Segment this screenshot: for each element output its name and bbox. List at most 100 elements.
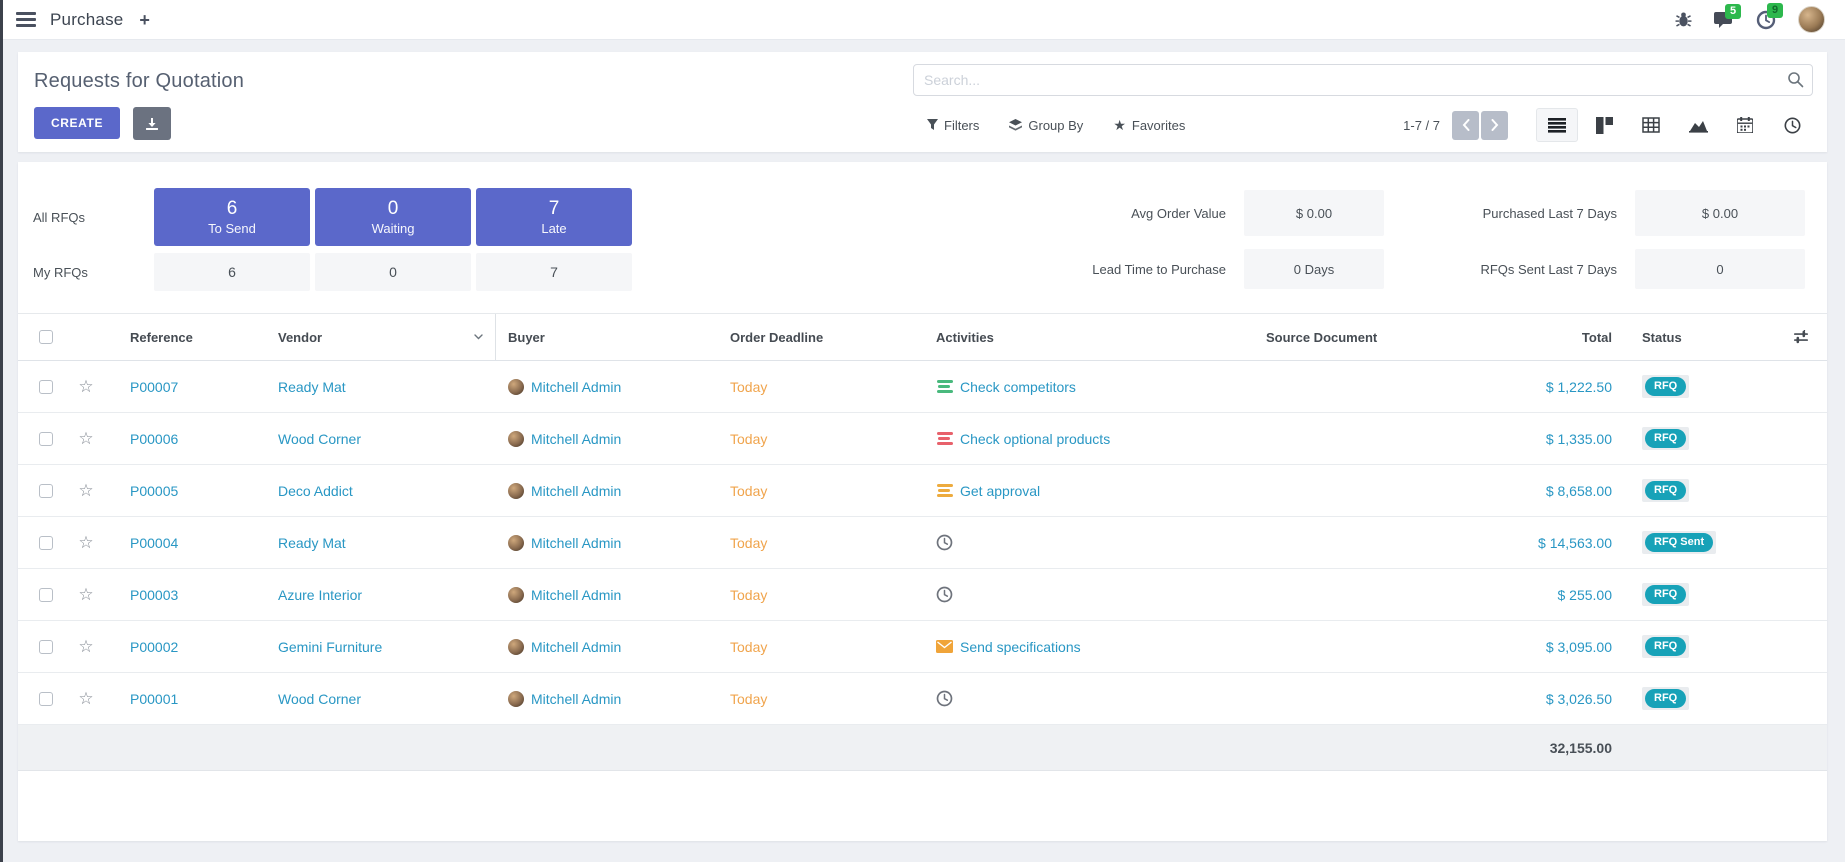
row-checkbox[interactable] bbox=[39, 640, 53, 654]
row-checkbox[interactable] bbox=[39, 380, 53, 394]
my-waiting-button[interactable]: 0 bbox=[315, 253, 471, 291]
reference-link[interactable]: P00004 bbox=[108, 535, 266, 551]
messages-menu[interactable]: 5 bbox=[1714, 11, 1734, 29]
row-checkbox[interactable] bbox=[39, 432, 53, 446]
reference-link[interactable]: P00005 bbox=[108, 483, 266, 499]
table-row[interactable]: ☆ P00002 Gemini Furniture Mitchell Admin… bbox=[18, 621, 1827, 673]
reference-link[interactable]: P00001 bbox=[108, 691, 266, 707]
vendor-link[interactable]: Wood Corner bbox=[266, 691, 496, 707]
table-row[interactable]: ☆ P00006 Wood Corner Mitchell Admin Toda… bbox=[18, 413, 1827, 465]
waiting-count: 0 bbox=[388, 198, 399, 221]
activities-menu[interactable]: 9 bbox=[1756, 10, 1776, 30]
list-view-button[interactable] bbox=[1536, 108, 1578, 142]
create-button[interactable]: CREATE bbox=[34, 107, 120, 139]
activity-cell[interactable]: Send specifications bbox=[924, 639, 1254, 655]
activity-cell[interactable]: Check optional products bbox=[924, 431, 1254, 447]
new-tab-button[interactable]: + bbox=[139, 11, 150, 29]
table-row[interactable]: ☆ P00004 Ready Mat Mitchell Admin Today bbox=[18, 517, 1827, 569]
calendar-view-button[interactable] bbox=[1724, 108, 1766, 142]
optional-columns-cell[interactable] bbox=[1739, 314, 1827, 360]
row-checkbox[interactable] bbox=[39, 692, 53, 706]
table-row[interactable]: ☆ P00005 Deco Addict Mitchell Admin Toda… bbox=[18, 465, 1827, 517]
favorite-star-toggle[interactable]: ☆ bbox=[64, 585, 108, 605]
header-buyer[interactable]: Buyer bbox=[496, 314, 718, 360]
activity-cell[interactable] bbox=[924, 534, 1254, 551]
vendor-link[interactable]: Wood Corner bbox=[266, 431, 496, 447]
search-input[interactable] bbox=[913, 64, 1813, 96]
table-row[interactable]: ☆ P00001 Wood Corner Mitchell Admin Toda… bbox=[18, 673, 1827, 725]
vendor-link[interactable]: Ready Mat bbox=[266, 379, 496, 395]
user-avatar[interactable] bbox=[1798, 6, 1825, 33]
apps-menu-icon[interactable] bbox=[16, 12, 36, 27]
row-checkbox[interactable] bbox=[39, 588, 53, 602]
table-row[interactable]: ☆ P00003 Azure Interior Mitchell Admin T… bbox=[18, 569, 1827, 621]
favorite-star-toggle[interactable]: ☆ bbox=[64, 377, 108, 397]
buyer-cell[interactable]: Mitchell Admin bbox=[496, 587, 718, 603]
header-status[interactable]: Status bbox=[1624, 314, 1739, 360]
reference-link[interactable]: P00006 bbox=[108, 431, 266, 447]
my-late-button[interactable]: 7 bbox=[476, 253, 632, 291]
late-filter-button[interactable]: 7 Late bbox=[476, 188, 632, 246]
buyer-cell[interactable]: Mitchell Admin bbox=[496, 483, 718, 499]
pivot-view-button[interactable] bbox=[1630, 108, 1672, 142]
vendor-link[interactable]: Deco Addict bbox=[266, 483, 496, 499]
activity-cell[interactable] bbox=[924, 586, 1254, 603]
table-row[interactable]: ☆ P00007 Ready Mat Mitchell Admin Today bbox=[18, 361, 1827, 413]
vendor-link[interactable]: Gemini Furniture bbox=[266, 639, 496, 655]
pager-next-button[interactable] bbox=[1481, 111, 1508, 140]
purchased-last-7-days-value[interactable]: $ 0.00 bbox=[1635, 190, 1805, 236]
export-button[interactable] bbox=[133, 107, 171, 140]
row-checkbox[interactable] bbox=[39, 536, 53, 550]
reference-link[interactable]: P00003 bbox=[108, 587, 266, 603]
favorite-star-toggle[interactable]: ☆ bbox=[64, 533, 108, 553]
avg-order-value[interactable]: $ 0.00 bbox=[1244, 190, 1384, 236]
reference-link[interactable]: P00007 bbox=[108, 379, 266, 395]
header-source-document[interactable]: Source Document bbox=[1254, 314, 1476, 360]
favorites-button[interactable]: ★ Favorites bbox=[1113, 118, 1185, 133]
total-amount: $ 255.00 bbox=[1476, 587, 1624, 603]
activity-cell[interactable]: Get approval bbox=[924, 483, 1254, 499]
buyer-cell[interactable]: Mitchell Admin bbox=[496, 535, 718, 551]
graph-view-button[interactable] bbox=[1677, 108, 1719, 142]
select-all-checkbox-cell[interactable] bbox=[28, 314, 64, 360]
header-activities[interactable]: Activities bbox=[924, 314, 1254, 360]
favorite-star-toggle[interactable]: ☆ bbox=[64, 429, 108, 449]
favorite-star-toggle[interactable]: ☆ bbox=[64, 481, 108, 501]
kanban-view-button[interactable] bbox=[1583, 108, 1625, 142]
buyer-cell[interactable]: Mitchell Admin bbox=[496, 431, 718, 447]
buyer-cell[interactable]: Mitchell Admin bbox=[496, 639, 718, 655]
debug-menu[interactable] bbox=[1675, 11, 1692, 28]
waiting-filter-button[interactable]: 0 Waiting bbox=[315, 188, 471, 246]
buyer-cell[interactable]: Mitchell Admin bbox=[496, 379, 718, 395]
app-menu-title[interactable]: Purchase bbox=[50, 10, 123, 30]
buyer-cell[interactable]: Mitchell Admin bbox=[496, 691, 718, 707]
header-reference[interactable]: Reference bbox=[108, 314, 266, 360]
activity-envelope-icon bbox=[936, 640, 953, 653]
window-edge bbox=[0, 0, 3, 862]
favorite-star-toggle[interactable]: ☆ bbox=[64, 689, 108, 709]
reference-link[interactable]: P00002 bbox=[108, 639, 266, 655]
to-send-filter-button[interactable]: 6 To Send bbox=[154, 188, 310, 246]
vendor-link[interactable]: Azure Interior bbox=[266, 587, 496, 603]
group-by-button[interactable]: Group By bbox=[1009, 118, 1083, 133]
select-all-checkbox[interactable] bbox=[39, 330, 53, 344]
pivot-view-icon bbox=[1642, 117, 1660, 133]
activity-list-icon bbox=[936, 380, 953, 393]
optional-columns-icon[interactable] bbox=[1793, 330, 1809, 345]
pager-previous-button[interactable] bbox=[1452, 111, 1479, 140]
activity-cell[interactable]: Check competitors bbox=[924, 379, 1254, 395]
header-order-deadline[interactable]: Order Deadline bbox=[718, 314, 924, 360]
rfqs-sent-last-7-days-value[interactable]: 0 bbox=[1635, 249, 1805, 289]
activity-label: Get approval bbox=[960, 483, 1040, 499]
vendor-link[interactable]: Ready Mat bbox=[266, 535, 496, 551]
favorite-star-toggle[interactable]: ☆ bbox=[64, 637, 108, 657]
activity-cell[interactable] bbox=[924, 690, 1254, 707]
header-total[interactable]: Total bbox=[1476, 314, 1624, 360]
row-checkbox[interactable] bbox=[39, 484, 53, 498]
my-to-send-button[interactable]: 6 bbox=[154, 253, 310, 291]
lead-time-value[interactable]: 0 Days bbox=[1244, 249, 1384, 289]
activity-view-button[interactable] bbox=[1771, 108, 1813, 142]
search-icon[interactable] bbox=[1787, 71, 1804, 88]
filters-button[interactable]: Filters bbox=[927, 118, 979, 133]
header-vendor[interactable]: Vendor bbox=[266, 314, 496, 360]
